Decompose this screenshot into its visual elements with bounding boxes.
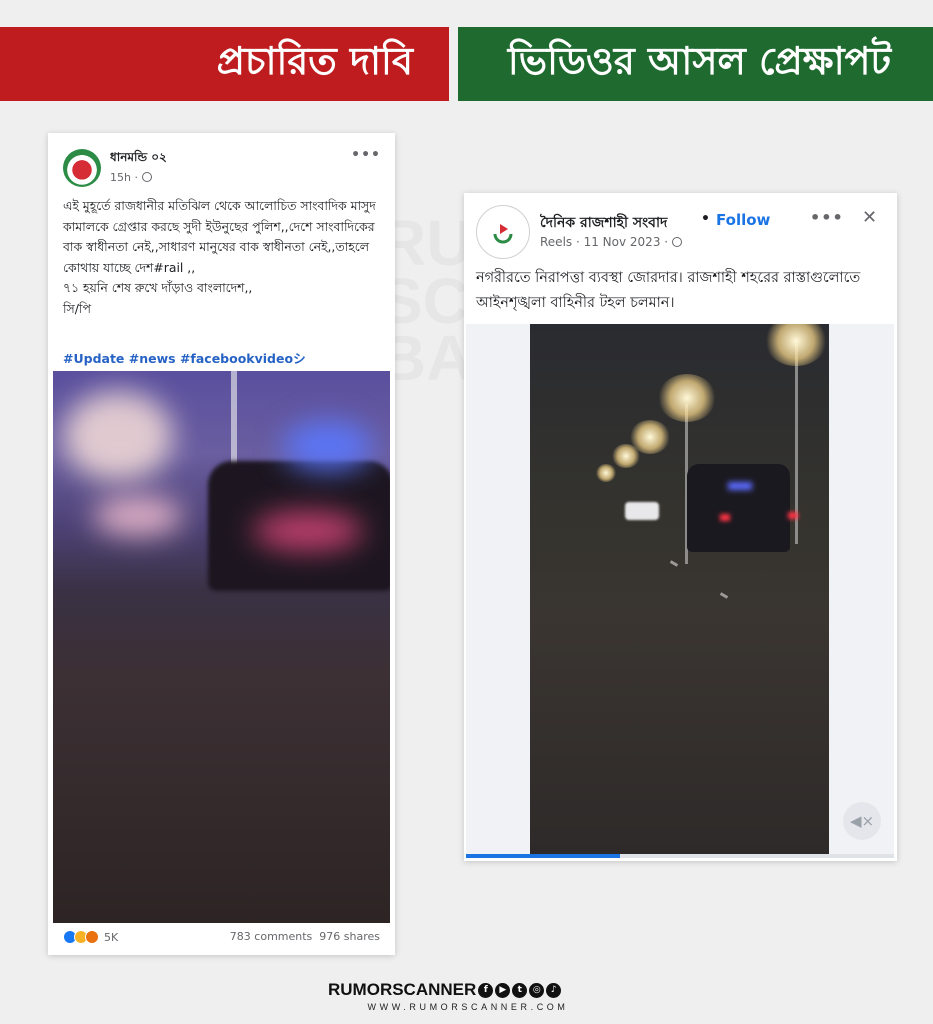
reaction-count: 5K [104, 930, 119, 944]
mute-icon[interactable]: ◀× [843, 802, 881, 840]
siren-light-glow [283, 421, 373, 471]
tail-light [720, 514, 730, 521]
page-avatar[interactable] [476, 205, 530, 259]
tail-light-glow [253, 511, 363, 551]
page-avatar[interactable] [63, 149, 101, 187]
road-marking [669, 560, 679, 567]
road-marking [719, 592, 729, 599]
video-progress-bar[interactable] [466, 854, 894, 858]
claim-banner: প্রচারিত দাবি [0, 27, 449, 101]
reel-video[interactable] [530, 324, 829, 858]
tail-light [788, 512, 798, 519]
distant-car-glow [93, 496, 183, 536]
brand-footer: RUMORSCANNER f ▶ t ◎ ♪ [328, 980, 608, 1000]
engagement-stats: 783 comments 976 shares [230, 930, 380, 943]
brand-name: RUMORSCANNER [328, 980, 477, 999]
page-name[interactable]: দৈনিক রাজশাহী সংবাদ [540, 211, 667, 235]
close-icon[interactable]: ✕ [862, 207, 877, 228]
brand-url[interactable]: WWW.RUMORSCANNER.COM [330, 1002, 606, 1012]
more-dots-icon[interactable]: ••• [810, 208, 844, 227]
tiktok-icon[interactable]: ♪ [546, 982, 562, 998]
post-text: এই মুহূর্তে রাজধানীর মতিঝিল থেকে আলোচিত … [63, 198, 376, 316]
page-name[interactable]: ধানমন্ডি ০২ [110, 149, 167, 169]
claim-post-card: ধানমন্ডি ০২ 15h · ••• এই মুহূর্তে রাজধান… [48, 133, 395, 955]
page-logo-icon [493, 224, 513, 244]
street-lamp [612, 444, 640, 468]
reactions-bar[interactable]: 5K [63, 930, 118, 944]
street-light-glow [63, 391, 173, 481]
post-time: 15h · [110, 171, 138, 184]
street-lamp [596, 464, 616, 482]
globe-icon [141, 172, 152, 182]
name-separator: • [701, 211, 710, 227]
distant-car [625, 502, 659, 520]
share-count[interactable]: 976 shares [319, 930, 380, 943]
post-meta: Reels · 11 Nov 2023 · [540, 235, 683, 249]
more-dots-icon[interactable]: ••• [351, 147, 381, 163]
post-hashtags[interactable]: #Update #news #facebookvideoシ [63, 348, 306, 367]
globe-icon [672, 237, 683, 247]
street-lamp [765, 324, 827, 366]
instagram-icon[interactable]: ◎ [529, 982, 545, 998]
post-meta: 15h · [110, 171, 152, 184]
reel-player[interactable]: ◀× [466, 324, 894, 858]
youtube-icon[interactable]: ▶ [495, 982, 511, 998]
original-post-card: দৈনিক রাজশাহী সংবাদ • Follow ••• ✕ Reels… [464, 193, 897, 861]
fact-banner: ভিডিওর আসল প্রেক্ষাপট [458, 27, 933, 101]
facebook-icon[interactable]: f [478, 982, 494, 998]
post-date: Reels · 11 Nov 2023 · [540, 235, 669, 249]
claim-banner-title: প্রচারিত দাবি [216, 39, 413, 83]
post-video[interactable] [53, 371, 390, 923]
comment-count[interactable]: 783 comments [230, 930, 312, 943]
post-text: নগরীরতে নিরাপত্তা ব্যবস্থা জোরদার। রাজশা… [476, 270, 861, 311]
street-lamp [658, 374, 716, 422]
fact-banner-title: ভিডিওর আসল প্রেক্ষাপট [507, 39, 892, 83]
twitter-icon[interactable]: t [512, 982, 528, 998]
angry-reaction-icon [85, 930, 99, 944]
police-car [687, 464, 790, 552]
video-progress-fill [466, 854, 621, 858]
siren-light [728, 482, 752, 490]
follow-button[interactable]: Follow [716, 211, 770, 229]
